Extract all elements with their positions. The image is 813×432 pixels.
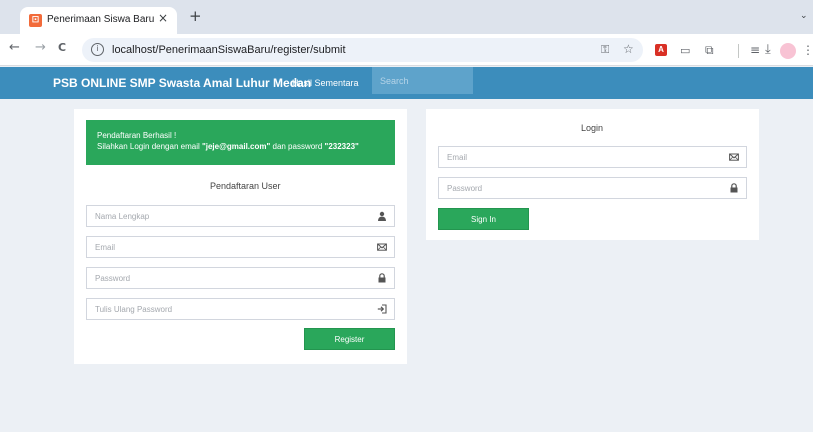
nav-link-hasil-sementara[interactable]: Hasil Sementara [292, 78, 359, 88]
login-email-input[interactable] [439, 147, 746, 167]
bookmark-icon[interactable]: ☆ [623, 42, 634, 56]
email-input[interactable] [87, 237, 394, 257]
fullname-input[interactable] [87, 206, 394, 226]
tab-search-icon[interactable]: ⌄ [800, 11, 808, 21]
sign-in-icon [377, 304, 387, 314]
browser-tab[interactable]: ⊡ Penerimaan Siswa Baru × [20, 7, 177, 34]
confirm-password-input[interactable] [87, 299, 394, 319]
screen-extension-icon[interactable]: ▭ [680, 44, 690, 57]
back-icon[interactable]: ← [9, 40, 20, 55]
success-alert: Pendaftaran Berhasil ! Silahkan Login de… [86, 120, 395, 165]
envelope-icon [729, 153, 739, 161]
password-input[interactable] [87, 268, 394, 288]
lock-icon [378, 273, 386, 283]
toolbar-divider [738, 44, 739, 58]
pdf-extension-icon[interactable]: A [655, 44, 667, 56]
url-text[interactable]: localhost/PenerimaanSiswaBaru/register/s… [112, 44, 346, 56]
tab-close-icon[interactable]: × [158, 11, 168, 25]
download-icon[interactable]: ⤓ [765, 42, 771, 57]
forward-icon[interactable]: → [35, 40, 46, 55]
alert-password: "232323" [324, 142, 359, 151]
register-button[interactable]: Register [304, 328, 395, 350]
more-menu-icon[interactable]: ⋮ [802, 43, 813, 57]
favicon-icon: ⊡ [29, 14, 42, 27]
tab-title: Penerimaan Siswa Baru [47, 14, 155, 25]
envelope-icon [377, 243, 387, 251]
brand-title[interactable]: PSB ONLINE SMP Swasta Amal Luhur Medan [53, 76, 311, 90]
login-password-input[interactable] [439, 178, 746, 198]
password-field[interactable] [86, 267, 395, 289]
search-input[interactable] [372, 67, 473, 94]
login-password-field[interactable] [438, 177, 747, 199]
login-title: Login [581, 123, 604, 133]
browser-tab-strip: ⊡ Penerimaan Siswa Baru × + ⌄ [0, 0, 813, 34]
reload-icon[interactable]: C [58, 41, 66, 54]
address-bar[interactable]: i localhost/PenerimaanSiswaBaru/register… [82, 38, 643, 62]
alert-message: Silahkan Login dengan email "jeje@gmail.… [97, 142, 359, 151]
new-tab-icon[interactable]: + [189, 9, 202, 24]
login-email-field[interactable] [438, 146, 747, 168]
browser-toolbar: ← → C i localhost/PenerimaanSiswaBaru/re… [0, 34, 813, 66]
extensions-icon[interactable]: ⧉ [705, 43, 714, 58]
reading-list-icon[interactable]: ≡ [750, 43, 760, 57]
lock-icon [730, 183, 738, 193]
alert-title: Pendaftaran Berhasil ! [97, 131, 177, 140]
login-panel: Login Sign In [426, 109, 759, 240]
fullname-field[interactable] [86, 205, 395, 227]
sign-in-button[interactable]: Sign In [438, 208, 529, 230]
register-title: Pendaftaran User [210, 181, 281, 191]
profile-avatar[interactable] [780, 43, 796, 59]
confirm-password-field[interactable] [86, 298, 395, 320]
user-icon [378, 211, 386, 221]
alert-email: "jeje@gmail.com" [201, 142, 271, 151]
site-info-icon[interactable]: i [91, 43, 104, 56]
app-navbar: PSB ONLINE SMP Swasta Amal Luhur Medan H… [0, 67, 813, 99]
password-key-icon[interactable]: ⚿ [601, 43, 609, 57]
register-panel: Pendaftaran Berhasil ! Silahkan Login de… [74, 109, 407, 364]
email-field[interactable] [86, 236, 395, 258]
